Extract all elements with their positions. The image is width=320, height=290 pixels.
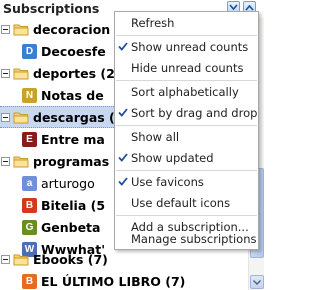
feed-label: Notas de: [41, 87, 104, 103]
folder-icon: [13, 68, 29, 79]
feed-label: Decoesfe: [41, 43, 106, 59]
folder-icon: [13, 156, 29, 167]
menu-item-sort-drag-drop[interactable]: Sort by drag and drop: [115, 102, 258, 124]
menu-item-hide-unread-counts[interactable]: Hide unread counts: [115, 57, 258, 79]
favicon-icon: B: [22, 273, 37, 289]
feed-label: arturogo: [41, 175, 95, 191]
favicon-icon: E: [22, 131, 37, 147]
feed-label: Bitelia (5: [41, 197, 106, 213]
favicon-icon: D: [22, 43, 37, 59]
checkmark-icon: [118, 108, 128, 117]
folder-label: decoracion: [33, 21, 111, 37]
folder-icon: [13, 112, 29, 123]
menu-item-use-favicons[interactable]: Use favicons: [115, 171, 258, 193]
feed-label: Entre ma: [41, 131, 105, 147]
folder-label: descargas (: [33, 109, 115, 125]
folder-label: deportes (2): [33, 65, 121, 81]
checkmark-icon: [118, 177, 128, 186]
menu-item-use-default-icons[interactable]: Use default icons: [115, 192, 258, 214]
scroll-down-button[interactable]: [250, 275, 264, 289]
chevron-up-icon: [245, 4, 254, 11]
menu-item-refresh[interactable]: Refresh: [115, 12, 258, 34]
favicon-icon: B: [22, 197, 37, 213]
collapse-icon[interactable]: [1, 254, 10, 264]
folder-icon: [13, 24, 29, 35]
panel-title: Subscriptions: [3, 1, 100, 16]
collapse-icon[interactable]: [1, 68, 10, 78]
chevron-down-icon: [229, 4, 238, 11]
menu-item-manage-subscriptions[interactable]: Manage subscriptions: [115, 228, 258, 249]
feed-row[interactable]: B EL ÚLTIMO LIBRO (7): [0, 270, 248, 290]
folder-label: Ebooks (7): [33, 251, 108, 267]
feed-label: Genbeta: [41, 219, 101, 235]
folder-row[interactable]: Ebooks (7): [0, 248, 248, 270]
favicon-icon: N: [22, 87, 37, 103]
favicon-icon: G: [22, 219, 37, 235]
folder-icon: [13, 254, 29, 265]
checkmark-icon: [118, 153, 128, 162]
collapse-icon[interactable]: [1, 24, 10, 34]
menu-item-show-all[interactable]: Show all: [115, 126, 258, 148]
favicon-icon: a: [22, 175, 37, 191]
menu-item-sort-alphabetically[interactable]: Sort alphabetically: [115, 81, 258, 103]
folder-label: programas: [33, 153, 110, 169]
feed-label: EL ÚLTIMO LIBRO (7): [41, 273, 186, 289]
chevron-down-icon: [253, 279, 261, 285]
subscriptions-menu: Refresh Show unread counts Hide unread c…: [114, 11, 259, 250]
collapse-icon[interactable]: [1, 156, 10, 166]
menu-item-show-updated[interactable]: Show updated: [115, 147, 258, 169]
collapse-icon[interactable]: [1, 112, 10, 122]
menu-item-show-unread-counts[interactable]: Show unread counts: [115, 36, 258, 58]
checkmark-icon: [118, 42, 128, 51]
